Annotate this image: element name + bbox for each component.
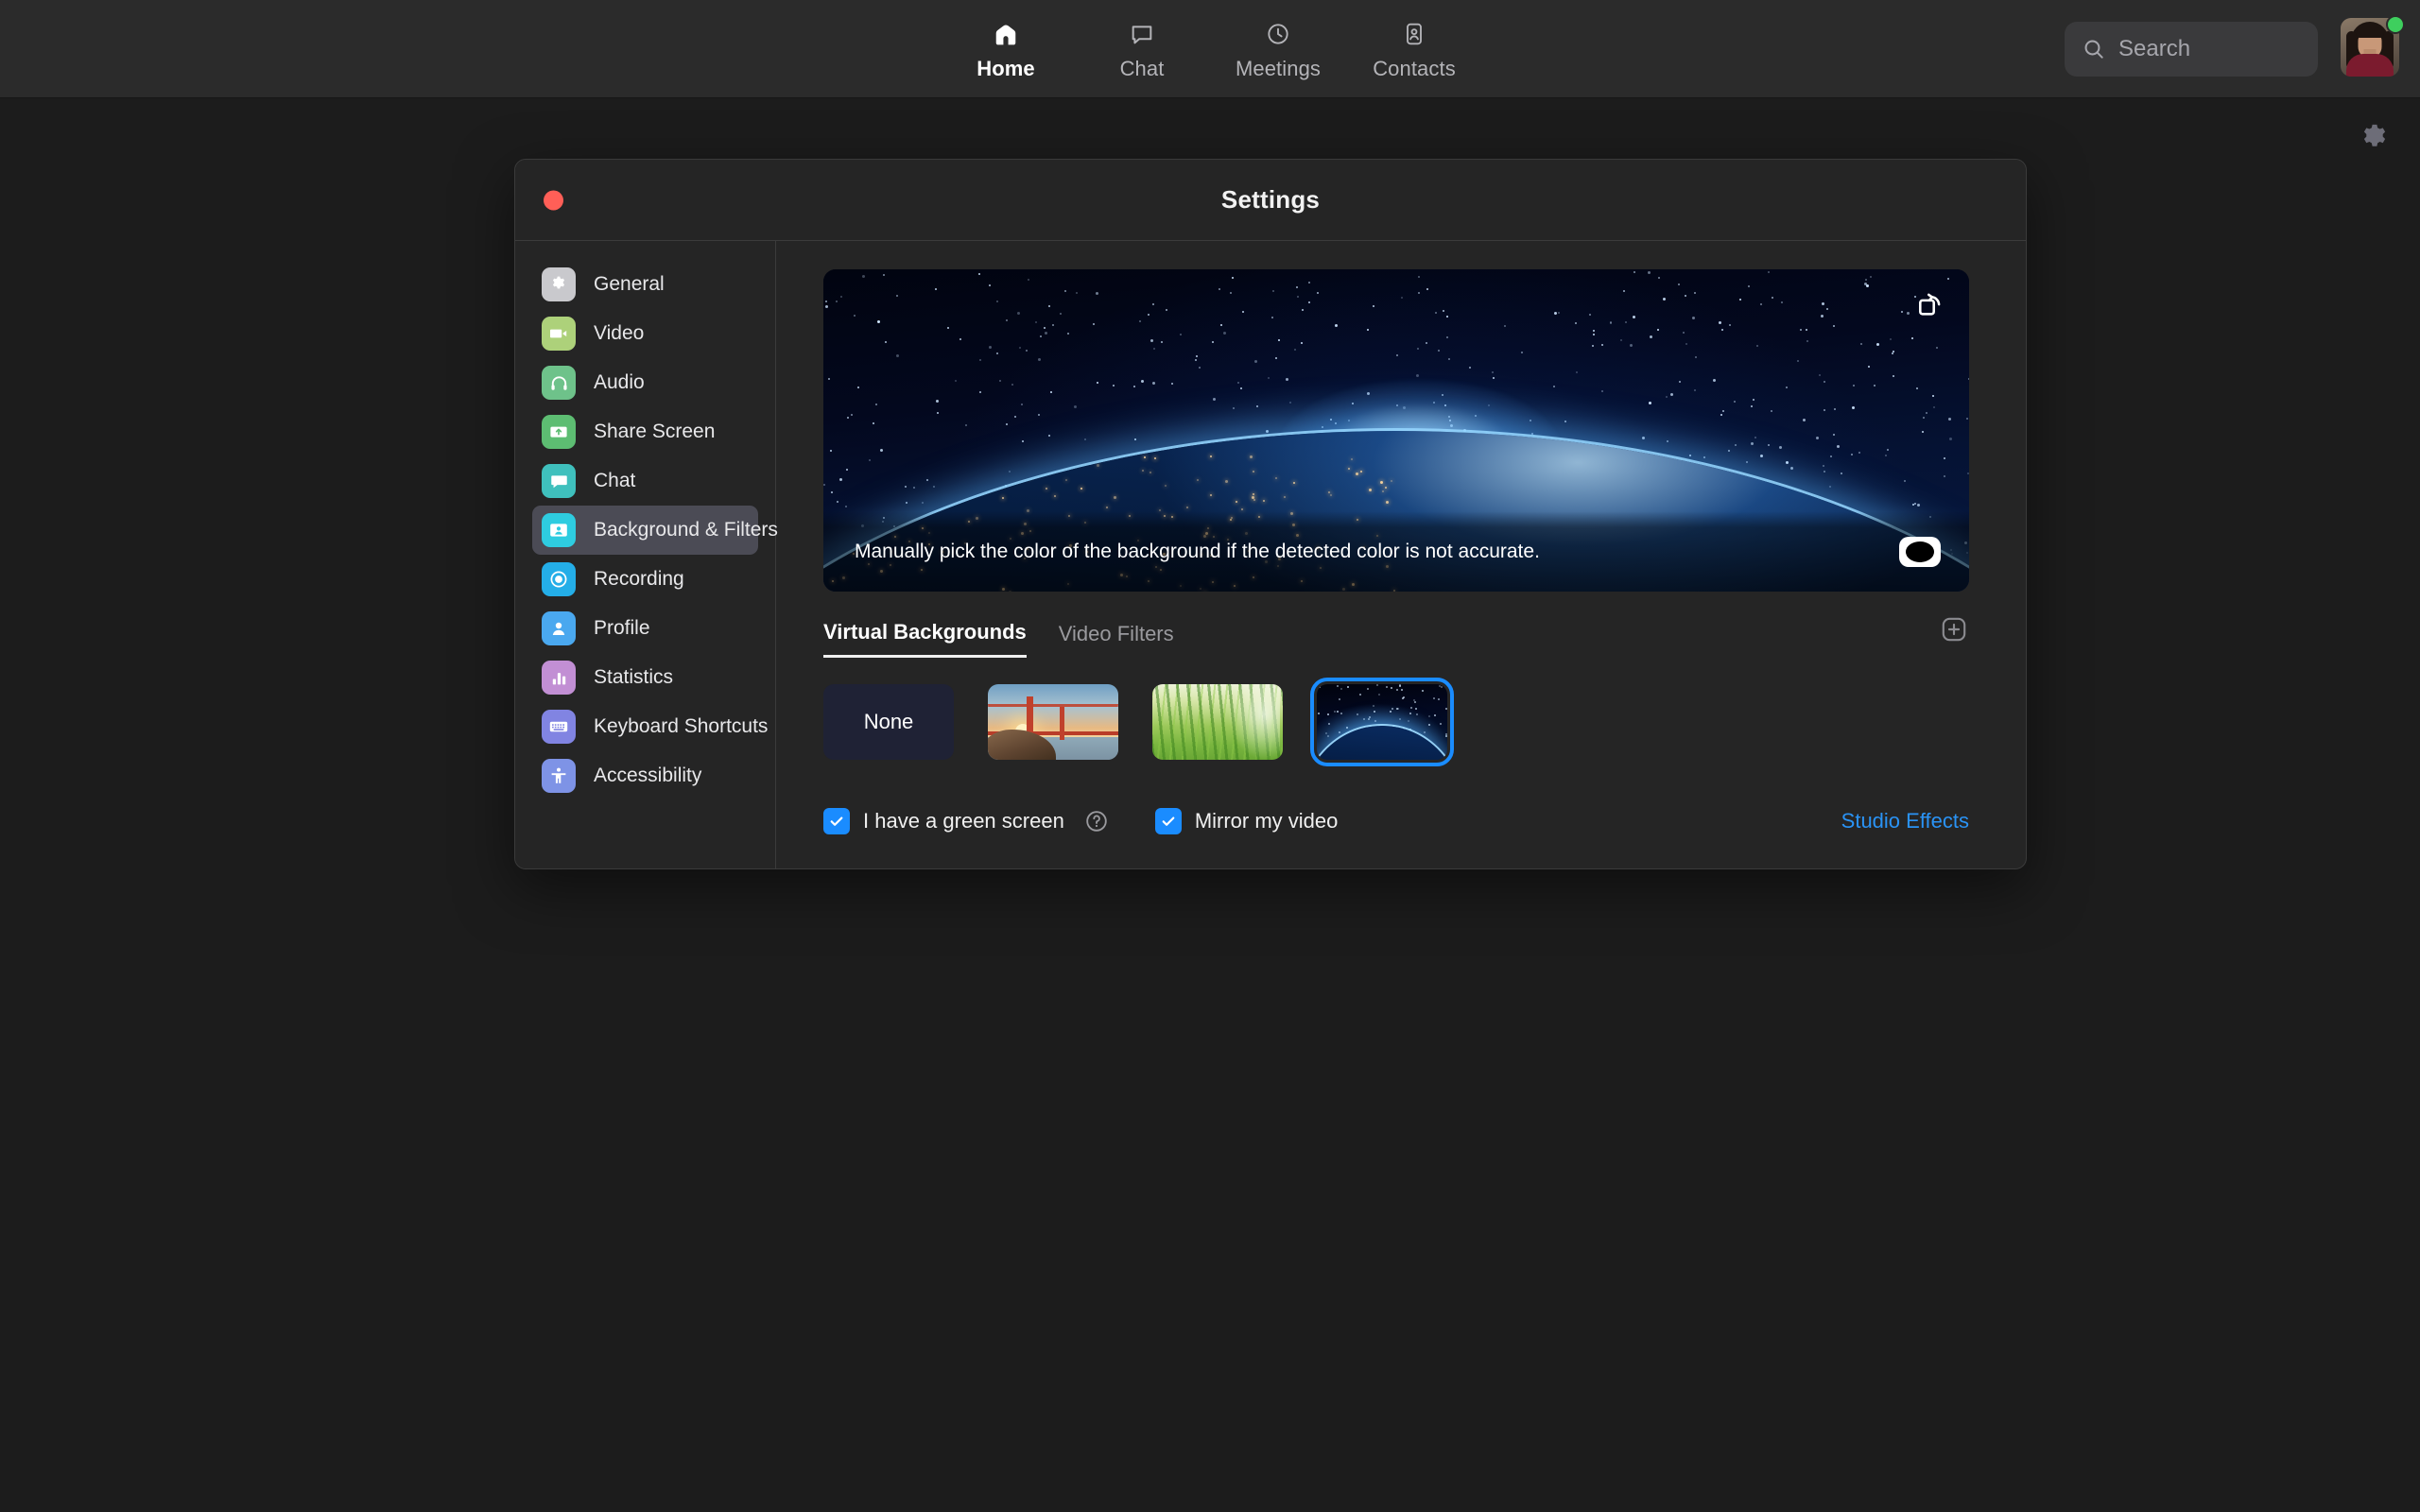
sidebar-label-recording: Recording — [594, 568, 684, 590]
settings-sidebar: General Video Audio Share Screen Chat Ba… — [515, 241, 778, 868]
chat-bubble-icon — [542, 464, 576, 498]
share-screen-icon — [542, 415, 576, 449]
settings-window: Settings General Video Audio Share Scree… — [514, 159, 2027, 869]
window-body: General Video Audio Share Screen Chat Ba… — [515, 241, 2026, 868]
nav-item-contacts[interactable]: Contacts — [1346, 0, 1482, 98]
background-thumb-grass[interactable] — [1152, 684, 1283, 760]
clock-icon — [1264, 18, 1292, 50]
background-thumb-bridge[interactable] — [988, 684, 1118, 760]
mirror-video-option: Mirror my video — [1154, 808, 1339, 834]
background-thumbnail-list: None — [823, 678, 1969, 766]
green-screen-label: I have a green screen — [863, 809, 1064, 833]
background-thumb-none[interactable]: None — [823, 684, 954, 760]
checkmark-icon — [830, 816, 843, 826]
window-title-bar: Settings — [515, 160, 2026, 241]
tab-video-filters[interactable]: Video Filters — [1059, 622, 1174, 657]
sidebar-label-general: General — [594, 273, 665, 295]
background-thumb-none-label: None — [863, 710, 914, 733]
preview-tooltip-bar: Manually pick the color of the backgroun… — [823, 511, 1969, 592]
window-title: Settings — [1220, 185, 1321, 214]
nav-label-contacts: Contacts — [1373, 56, 1456, 80]
keyboard-icon — [542, 710, 576, 744]
plus-icon — [1942, 617, 1966, 642]
gear-icon — [542, 267, 576, 301]
sidebar-label-share-audio: Audio — [594, 371, 645, 393]
sidebar-item-profile[interactable]: Profile — [532, 604, 758, 653]
avatar[interactable] — [2341, 15, 2405, 80]
bar-chart-icon — [542, 661, 576, 695]
sidebar-item-audio[interactable]: Audio — [532, 358, 758, 407]
preview-options-row: I have a green screen Mirror my video St… — [823, 808, 1969, 834]
nav-items: Home Chat Meetings Contacts — [938, 0, 1482, 98]
record-circle-icon — [542, 562, 576, 596]
nav-label-chat: Chat — [1119, 56, 1165, 80]
home-icon — [992, 18, 1020, 50]
sidebar-item-accessibility[interactable]: Accessibility — [532, 751, 758, 800]
gear-icon — [2363, 124, 2386, 146]
sidebar-label-video: Video — [594, 322, 645, 344]
settings-gear-button[interactable] — [2358, 121, 2392, 155]
sidebar-item-keyboard-shortcuts[interactable]: Keyboard Shortcuts — [532, 702, 768, 751]
mirror-video-checkbox[interactable] — [1154, 808, 1182, 834]
status-indicator-online — [2386, 15, 2405, 34]
sidebar-item-video[interactable]: Video — [532, 309, 758, 358]
sidebar-label-background-filters: Background & Filters — [594, 519, 778, 541]
nav-item-home[interactable]: Home — [938, 0, 1074, 98]
nav-label-meetings: Meetings — [1235, 56, 1322, 80]
sidebar-label-accessibility: Accessibility — [594, 765, 702, 786]
sidebar-label-share-screen: Share Screen — [594, 421, 716, 442]
green-screen-checkbox[interactable] — [823, 808, 850, 834]
sidebar-item-general[interactable]: General — [532, 260, 758, 309]
background-thumb-earth[interactable] — [1310, 678, 1454, 766]
headphones-icon — [542, 366, 576, 400]
sidebar-label-statistics: Statistics — [594, 666, 674, 688]
sidebar-item-chat[interactable]: Chat — [532, 456, 758, 506]
sidebar-item-statistics[interactable]: Statistics — [532, 653, 758, 702]
tab-virtual-backgrounds[interactable]: Virtual Backgrounds — [823, 620, 1027, 658]
sidebar-item-recording[interactable]: Recording — [532, 555, 758, 604]
settings-content-pane: Manually pick the color of the backgroun… — [776, 241, 2026, 868]
color-swatch-icon — [1906, 541, 1934, 562]
color-picker-button[interactable] — [1899, 536, 1941, 567]
search-icon — [2084, 40, 2103, 59]
background-tabs: Virtual Backgrounds Video Filters — [823, 617, 1969, 658]
rotate-icon — [1919, 293, 1941, 316]
contact-card-icon — [1400, 18, 1428, 50]
video-preview: Manually pick the color of the backgroun… — [823, 269, 1969, 592]
sidebar-label-chat: Chat — [594, 470, 636, 491]
sidebar-item-background-filters[interactable]: Background & Filters — [532, 506, 778, 555]
question-circle-icon[interactable] — [1083, 808, 1110, 834]
chat-bubble-icon — [1128, 18, 1156, 50]
search-placeholder: Search — [2118, 36, 2191, 61]
nav-label-home: Home — [977, 56, 1035, 80]
add-background-button[interactable] — [1939, 614, 1969, 644]
accessibility-icon — [542, 759, 576, 793]
person-icon — [542, 611, 576, 645]
sidebar-label-keyboard-shortcuts: Keyboard Shortcuts — [594, 715, 769, 737]
rotate-preview-button[interactable] — [1914, 288, 1948, 322]
studio-effects-link[interactable]: Studio Effects — [1841, 809, 1969, 833]
mirror-video-label: Mirror my video — [1194, 809, 1339, 833]
video-camera-icon — [542, 317, 576, 351]
checkmark-icon — [1162, 816, 1175, 826]
preview-tooltip-text: Manually pick the color of the backgroun… — [855, 540, 1540, 562]
person-frame-icon — [542, 513, 576, 547]
sidebar-label-profile: Profile — [594, 617, 650, 639]
top-navigation-bar: Home Chat Meetings Contacts Search — [0, 0, 2420, 98]
search-input[interactable]: Search — [2065, 22, 2318, 77]
sidebar-item-share-screen[interactable]: Share Screen — [532, 407, 758, 456]
close-window-button[interactable] — [544, 190, 563, 210]
green-screen-option: I have a green screen — [823, 808, 1110, 834]
nav-item-meetings[interactable]: Meetings — [1210, 0, 1346, 98]
nav-item-chat[interactable]: Chat — [1074, 0, 1210, 98]
